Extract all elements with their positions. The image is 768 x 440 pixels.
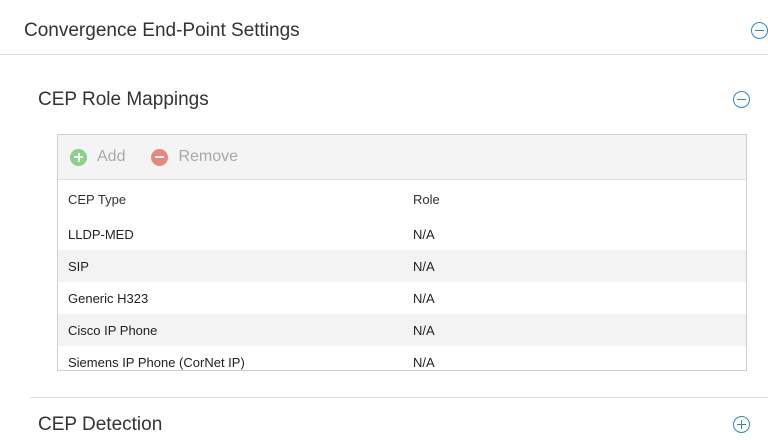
collapse-icon[interactable] <box>733 91 750 108</box>
cep-type-cell: Siemens IP Phone (CorNet IP) <box>68 354 245 370</box>
divider <box>0 54 768 55</box>
role-cell: N/A <box>413 290 435 306</box>
column-header-role[interactable]: Role <box>398 192 746 207</box>
panel-header: Convergence End-Point Settings <box>0 16 768 46</box>
role-mappings-grid: Add Remove CEP Type Role LLDP-MED N/A SI… <box>57 134 747 371</box>
remove-button[interactable]: Remove <box>151 148 238 166</box>
table-header-row: CEP Type Role <box>58 180 746 218</box>
cep-type-cell: LLDP-MED <box>68 226 134 242</box>
role-mappings-title: CEP Role Mappings <box>38 89 209 110</box>
remove-button-label: Remove <box>178 148 239 165</box>
role-cell: N/A <box>413 226 435 242</box>
role-cell: N/A <box>413 354 435 370</box>
table-row[interactable]: Cisco IP Phone N/A <box>58 314 746 346</box>
role-cell: N/A <box>413 258 435 274</box>
cep-type-cell: Cisco IP Phone <box>68 322 158 338</box>
remove-circle-icon <box>151 148 169 166</box>
table-row[interactable]: Generic H323 N/A <box>58 282 746 314</box>
table-row[interactable]: LLDP-MED N/A <box>58 218 746 250</box>
table-row[interactable]: Siemens IP Phone (CorNet IP) N/A <box>58 346 746 370</box>
cep-type-cell: SIP <box>68 258 89 274</box>
column-header-cep-type[interactable]: CEP Type <box>58 192 398 207</box>
collapse-icon[interactable] <box>751 22 768 39</box>
grid-toolbar: Add Remove <box>58 135 746 180</box>
table-row[interactable]: SIP N/A <box>58 250 746 282</box>
panel-title: Convergence End-Point Settings <box>24 20 300 41</box>
expand-icon[interactable] <box>733 416 750 433</box>
role-cell: N/A <box>413 322 435 338</box>
add-button[interactable]: Add <box>70 148 125 166</box>
role-mappings-header[interactable]: CEP Role Mappings <box>0 85 768 115</box>
cep-type-cell: Generic H323 <box>68 290 149 306</box>
add-circle-icon <box>70 148 87 166</box>
detection-title: CEP Detection <box>38 414 163 435</box>
add-button-label: Add <box>97 148 126 165</box>
divider <box>30 397 768 398</box>
